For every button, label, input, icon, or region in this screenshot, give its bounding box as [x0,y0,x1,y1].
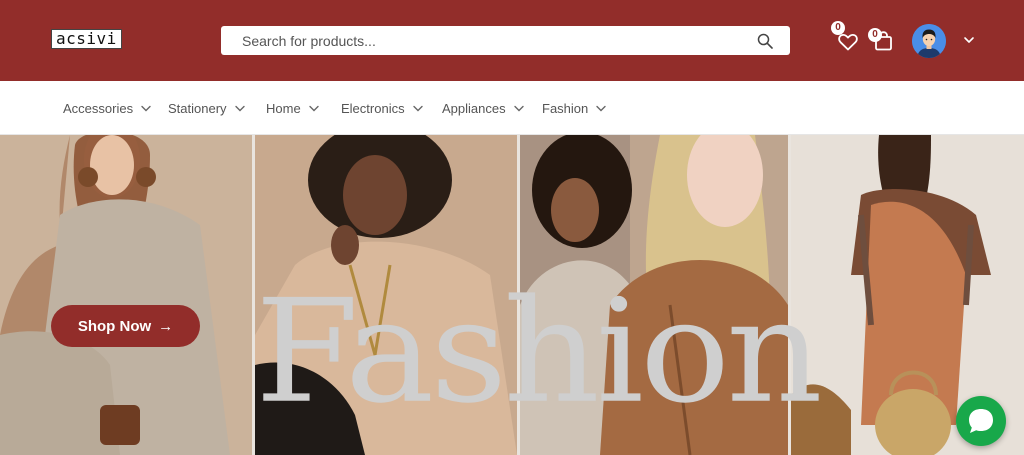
hero-banner: Fashion [0,135,1024,455]
hero-photo-model-1 [0,135,252,455]
search-bar [221,26,790,55]
chevron-down-icon [596,105,606,111]
user-avatar[interactable] [912,24,946,58]
nav-item-electronics[interactable]: Electronics [341,81,423,135]
wishlist-heart-icon[interactable] [838,33,858,51]
nav-item-home[interactable]: Home [266,81,319,135]
category-nav: Accessories Stationery Home Electronics … [0,81,1024,135]
shop-now-label: Shop Now [77,317,152,335]
chevron-down-icon [513,105,524,111]
wishlist-count-badge: 0 [831,21,845,35]
shop-now-button[interactable]: Shop Now → [51,305,200,347]
nav-item-fashion[interactable]: Fashion [542,81,606,135]
chevron-down-icon [412,105,423,111]
chat-launcher-button[interactable] [956,396,1006,446]
site-logo[interactable]: acsivi [51,29,122,49]
nav-item-label: Fashion [542,100,589,116]
site-header: acsivi 0 0 [0,0,1024,81]
hero-headline: Fashion [255,269,823,435]
chevron-down-icon [141,105,151,111]
chevron-down-icon [234,105,245,111]
nav-item-stationery[interactable]: Stationery [168,81,245,135]
cart-count-badge: 0 [868,28,882,42]
chat-bubble-icon [969,409,993,433]
arrow-right-icon: → [158,317,174,335]
nav-item-appliances[interactable]: Appliances [442,81,524,135]
chevron-down-icon [308,105,319,111]
nav-item-label: Stationery [168,100,227,116]
nav-item-label: Home [266,100,301,116]
nav-item-label: Electronics [341,100,405,116]
search-input[interactable] [221,26,741,55]
account-chevron-down-icon[interactable] [963,35,975,45]
avatar-person-icon [912,24,946,58]
search-icon[interactable] [757,33,773,49]
nav-item-label: Appliances [442,100,506,116]
nav-item-accessories[interactable]: Accessories [63,81,151,135]
nav-item-label: Accessories [63,100,134,116]
